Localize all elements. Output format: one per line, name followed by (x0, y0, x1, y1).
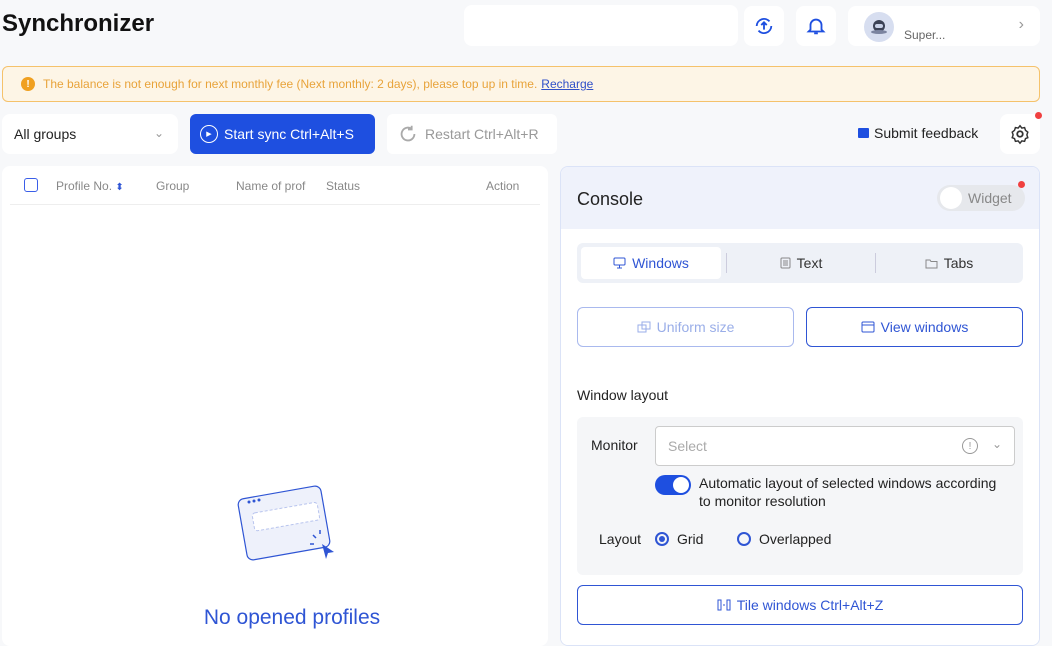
radio-unselected-icon (737, 532, 751, 546)
tab-text-label: Text (796, 255, 823, 271)
tab-divider (875, 253, 876, 273)
document-icon (780, 257, 791, 269)
bell-icon (806, 18, 826, 35)
console-title: Console (577, 189, 644, 209)
empty-window-illustration (237, 485, 334, 561)
view-windows-button[interactable]: View windows (806, 307, 1023, 347)
profiles-table-panel: Profile No. ⬍ Group Name of prof Status … (2, 166, 548, 646)
toggle-knob (673, 477, 689, 493)
col-status: Status (326, 179, 361, 193)
sync-upload-icon (755, 18, 773, 34)
feedback-label: Submit feedback (874, 125, 979, 141)
gear-icon (1011, 124, 1029, 145)
tab-tabs-label: Tabs (943, 255, 974, 271)
user-menu[interactable]: Super... › (848, 6, 1040, 46)
widget-toggle[interactable]: Widget (937, 181, 1025, 211)
col-profile-no-label: Profile No. (56, 179, 113, 193)
balance-warning-banner: ! The balance is not enough for next mon… (2, 66, 1040, 102)
uniform-size-icon (637, 321, 651, 333)
widget-notification-dot (1018, 181, 1025, 188)
group-select[interactable]: All groups ⌄ (2, 114, 178, 154)
play-icon: ▶ (200, 125, 218, 143)
group-select-value: All groups (14, 126, 77, 142)
layout-option-grid[interactable]: Grid (655, 531, 703, 547)
sync-status-button[interactable] (744, 6, 784, 46)
chevron-down-icon: ⌄ (153, 126, 164, 140)
submit-feedback-link[interactable]: Submit feedback (858, 125, 978, 141)
col-action: Action (486, 179, 520, 193)
banner-message: The balance is not enough for next month… (43, 77, 538, 91)
monitor-label: Monitor (591, 437, 638, 453)
widget-toggle-knob (940, 187, 962, 209)
col-profile-no[interactable]: Profile No. ⬍ (56, 179, 124, 193)
sort-icon[interactable]: ⬍ (115, 182, 123, 193)
console-header: Console Widget (561, 167, 1039, 229)
refresh-icon (400, 125, 416, 142)
widget-toggle-label: Widget (968, 190, 1012, 206)
uniform-size-label: Uniform size (656, 319, 735, 335)
table-header-divider (10, 204, 540, 205)
tab-windows-label: Windows (632, 255, 689, 271)
start-sync-label: Start sync Ctrl+Alt+S (224, 126, 354, 142)
astronaut-icon (871, 20, 887, 34)
warning-icon: ! (21, 77, 35, 91)
console-body: Windows Text Tabs Uniform size View wind… (561, 229, 1039, 645)
col-group: Group (156, 179, 190, 193)
window-icon (861, 321, 875, 333)
window-layout-box: Monitor Select ! ⌄ Automatic layout of s… (577, 417, 1023, 575)
tab-divider (726, 253, 727, 273)
info-icon: ! (962, 438, 978, 454)
auto-layout-text: Automatic layout of selected windows acc… (699, 475, 997, 509)
tile-windows-button[interactable]: Tile windows Ctrl+Alt+Z (577, 585, 1023, 625)
feedback-icon (858, 128, 869, 138)
restart-button[interactable]: Restart Ctrl+Alt+R (387, 114, 557, 154)
view-windows-label: View windows (880, 319, 969, 335)
settings-notification-dot (1035, 112, 1042, 119)
tile-windows-label: Tile windows Ctrl+Alt+Z (736, 597, 884, 613)
tab-text[interactable]: Text (731, 247, 871, 279)
layout-label: Layout (599, 531, 642, 547)
chevron-right-icon: › (1018, 16, 1024, 33)
window-layout-label: Window layout (577, 387, 669, 403)
layout-option-overlapped-label: Overlapped (759, 531, 832, 547)
chevron-down-icon: ⌄ (991, 437, 1002, 451)
empty-state-text: No opened profiles (203, 606, 381, 629)
auto-layout-toggle[interactable] (655, 475, 691, 495)
tab-windows[interactable]: Windows (581, 247, 721, 279)
start-sync-button[interactable]: ▶ Start sync Ctrl+Alt+S (190, 114, 375, 154)
uniform-size-button[interactable]: Uniform size (577, 307, 794, 347)
monitor-select[interactable]: Select ! ⌄ (655, 426, 1015, 466)
layout-option-grid-label: Grid (677, 531, 704, 547)
col-name: Name of prof (236, 179, 306, 193)
notification-button[interactable] (796, 6, 836, 46)
settings-button[interactable] (1000, 112, 1042, 154)
console-panel: Console Widget Windows Text Tabs Uniform… (560, 166, 1040, 646)
tab-tabs[interactable]: Tabs (879, 247, 1019, 279)
avatar (864, 12, 894, 42)
restart-label: Restart Ctrl+Alt+R (425, 126, 539, 142)
console-tabs: Windows Text Tabs (577, 243, 1023, 283)
tile-icon (717, 599, 731, 611)
radio-selected-icon (655, 532, 669, 546)
recharge-link[interactable]: Recharge (541, 77, 593, 91)
monitor-icon (613, 257, 626, 269)
header-search-area[interactable] (464, 5, 738, 46)
user-name: Super... (904, 28, 946, 42)
layout-option-overlapped[interactable]: Overlapped (737, 531, 831, 547)
folder-icon (925, 259, 938, 268)
monitor-select-placeholder: Select (668, 438, 707, 454)
page-title: Synchronizer (2, 10, 155, 37)
select-all-checkbox[interactable] (24, 178, 38, 192)
